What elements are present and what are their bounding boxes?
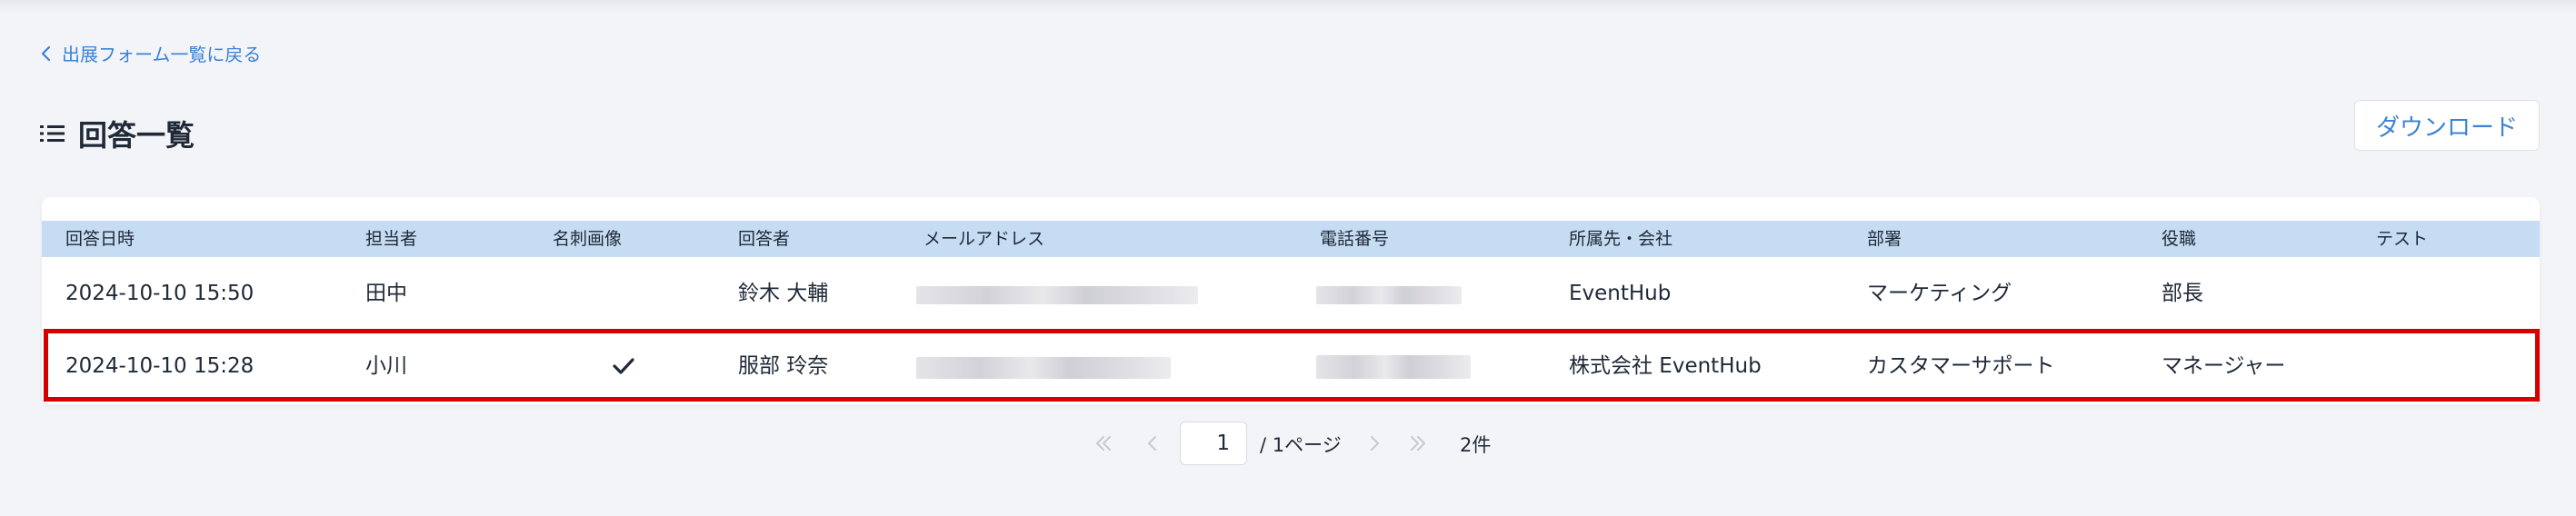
check-icon	[613, 358, 634, 374]
column-header-position[interactable]: 役職	[2162, 221, 2196, 257]
top-shadow	[0, 0, 2576, 13]
email-redacted	[916, 286, 1198, 304]
total-count-label: 2件	[1460, 434, 1492, 456]
cell-answered-at: 2024-10-10 15:28	[65, 354, 255, 378]
cell-respondent: 鈴木 大輔	[738, 282, 829, 305]
cell-company: EventHub	[1569, 282, 1672, 305]
cell-answered-at: 2024-10-10 15:50	[65, 282, 255, 305]
column-header-test[interactable]: テスト	[2376, 221, 2428, 257]
cell-department: カスタマーサポート	[1867, 354, 2055, 378]
back-to-forms-link[interactable]: 出展フォーム一覧に戻る	[40, 40, 261, 66]
total-pages-label: / 1ページ	[1260, 434, 1342, 456]
download-button[interactable]: ダウンロード	[2354, 100, 2540, 151]
column-header-staff[interactable]: 担当者	[365, 221, 417, 257]
first-page-icon[interactable]	[1093, 432, 1114, 454]
answers-table: 回答日時 担当者 名刺画像 回答者 メールアドレス 電話番号 所属先・会社 部署…	[42, 197, 2540, 404]
cell-staff: 小川	[365, 354, 407, 378]
page-title-text: 回答一覧	[78, 118, 195, 153]
next-page-icon[interactable]	[1363, 432, 1385, 454]
cell-staff: 田中	[365, 282, 407, 305]
table-row[interactable]: 2024-10-10 15:50 田中 鈴木 大輔 EventHub マーケティ…	[42, 257, 2540, 331]
cell-company: 株式会社 EventHub	[1569, 354, 1762, 378]
column-header-card-image[interactable]: 名刺画像	[553, 221, 622, 257]
email-redacted	[916, 357, 1171, 379]
column-header-answered-at[interactable]: 回答日時	[65, 221, 135, 257]
phone-redacted	[1316, 355, 1471, 379]
column-header-respondent[interactable]: 回答者	[738, 221, 790, 257]
cell-position: 部長	[2162, 282, 2203, 305]
cell-respondent: 服部 玲奈	[738, 354, 829, 378]
back-link-label: 出展フォーム一覧に戻る	[62, 44, 262, 65]
column-header-department[interactable]: 部署	[1867, 221, 1902, 257]
page-title: 回答一覧	[40, 113, 195, 154]
column-header-email[interactable]: メールアドレス	[924, 221, 1044, 257]
chevron-left-icon	[41, 45, 51, 61]
list-icon	[40, 125, 65, 142]
column-header-company[interactable]: 所属先・会社	[1569, 221, 1672, 257]
table-header: 回答日時 担当者 名刺画像 回答者 メールアドレス 電話番号 所属先・会社 部署…	[42, 221, 2540, 257]
prev-page-icon[interactable]	[1142, 432, 1163, 454]
page-number-input[interactable]	[1180, 422, 1247, 465]
cell-department: マーケティング	[1867, 282, 2012, 305]
phone-redacted	[1316, 286, 1462, 304]
column-header-phone[interactable]: 電話番号	[1320, 221, 1389, 257]
table-row[interactable]: 2024-10-10 15:28 小川 服部 玲奈 株式会社 EventHub …	[42, 330, 2540, 402]
last-page-icon[interactable]	[1407, 432, 1429, 454]
cell-position: マネージャー	[2162, 354, 2286, 378]
